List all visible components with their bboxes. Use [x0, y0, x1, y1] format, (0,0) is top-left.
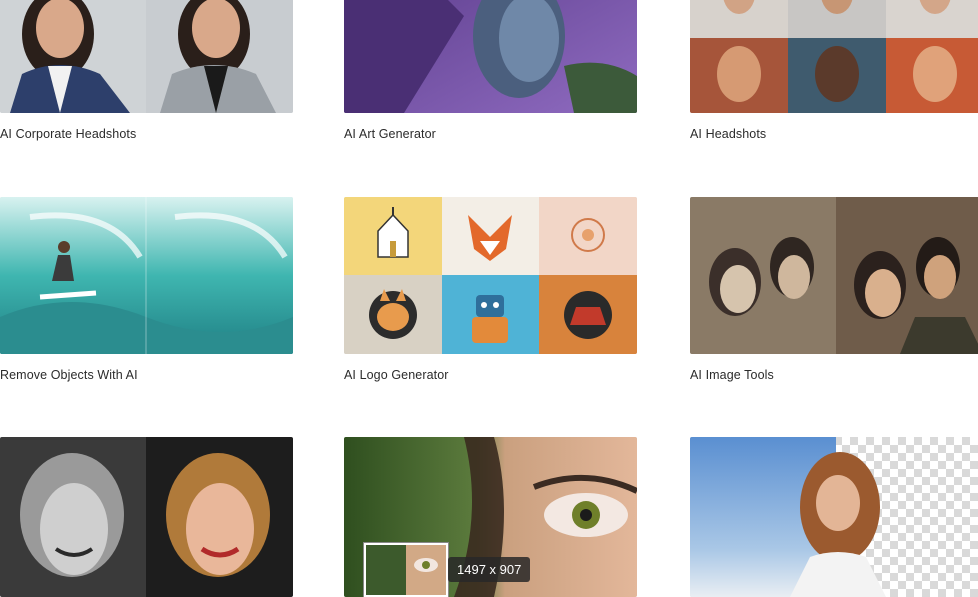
card-colorize[interactable]: [0, 437, 293, 597]
image-size-badge: 1497 x 907: [448, 557, 531, 582]
image-tools-image[interactable]: [690, 197, 978, 354]
card-label[interactable]: AI Image Tools: [690, 368, 978, 382]
card-label[interactable]: AI Art Generator: [344, 127, 637, 141]
colorize-image[interactable]: [0, 437, 293, 597]
card-art-generator[interactable]: AI Art Generator: [344, 0, 637, 141]
corporate-headshots-image[interactable]: [0, 0, 293, 113]
card-label[interactable]: Remove Objects With AI: [0, 368, 293, 382]
art-generator-image[interactable]: [344, 0, 637, 113]
remove-background-image[interactable]: [690, 437, 978, 597]
remove-objects-image[interactable]: [0, 197, 293, 354]
card-headshots[interactable]: AI Headshots: [690, 0, 978, 141]
preview-thumbnail: [364, 543, 448, 597]
card-remove-background[interactable]: [690, 437, 978, 597]
card-image-tools[interactable]: AI Image Tools: [690, 197, 978, 382]
card-label[interactable]: AI Logo Generator: [344, 368, 637, 382]
logo-generator-image[interactable]: [344, 197, 637, 354]
card-corporate-headshots[interactable]: AI Corporate Headshots: [0, 0, 293, 141]
card-label[interactable]: AI Corporate Headshots: [0, 127, 293, 141]
card-label[interactable]: AI Headshots: [690, 127, 978, 141]
card-logo-generator[interactable]: AI Logo Generator: [344, 197, 637, 382]
headshots-image[interactable]: [690, 0, 978, 113]
card-remove-objects[interactable]: Remove Objects With AI: [0, 197, 293, 382]
